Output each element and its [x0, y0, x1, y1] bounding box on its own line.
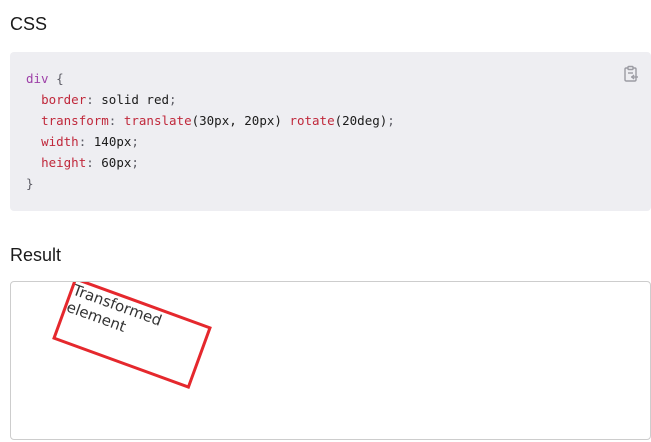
code-selector: div	[26, 71, 49, 86]
code-colon: :	[86, 92, 94, 107]
code-value: 140px	[93, 134, 132, 149]
code-colon: :	[78, 134, 87, 149]
code-args: (30px, 20px)	[191, 113, 282, 128]
css-section-heading: CSS	[10, 14, 48, 34]
code-example-block: div { border: solid red; transform: tran…	[10, 52, 651, 211]
copy-to-clipboard-button[interactable]	[621, 64, 641, 84]
code-args: (20deg)	[334, 113, 388, 128]
code-line-border: border: solid red;	[26, 89, 395, 110]
code-line-width: width: 140px;	[26, 131, 395, 152]
code-close-brace: }	[26, 176, 34, 191]
code-property: width	[41, 134, 79, 149]
clipboard-copy-icon	[624, 65, 638, 82]
code-colon: :	[108, 113, 117, 128]
code-function: translate	[123, 113, 192, 128]
code-semicolon: ;	[169, 92, 177, 107]
code-value: solid red	[101, 92, 170, 107]
css-code: div { border: solid red; transform: tran…	[26, 68, 395, 194]
code-property: height	[41, 155, 87, 170]
code-line-selector: div {	[26, 68, 395, 89]
code-semicolon: ;	[131, 155, 139, 170]
result-section-heading: Result	[10, 245, 62, 265]
result-preview-frame: Transformed element	[10, 281, 651, 440]
code-value: 60px	[101, 155, 132, 170]
code-semicolon: ;	[131, 134, 139, 149]
code-line-height: height: 60px;	[26, 152, 395, 173]
code-property: transform	[41, 113, 109, 128]
transformed-element: Transformed element	[52, 282, 212, 389]
code-property: border	[41, 92, 87, 107]
code-open-brace: {	[48, 71, 64, 86]
code-function: rotate	[289, 113, 335, 128]
code-colon: :	[86, 155, 94, 170]
code-line-close: }	[26, 173, 395, 194]
code-semicolon: ;	[387, 113, 395, 128]
code-line-transform: transform: translate(30px, 20px) rotate(…	[26, 110, 395, 131]
